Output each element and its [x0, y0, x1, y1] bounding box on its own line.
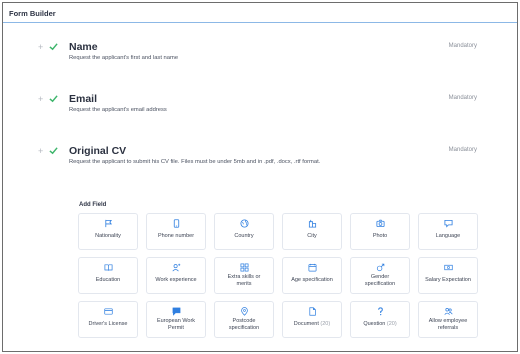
tile-extra-skills[interactable]: Extra skills or merits: [214, 257, 274, 294]
mandatory-label: Mandatory: [448, 43, 477, 49]
tile-label: Driver's License: [88, 321, 128, 327]
tile-label: Photo: [372, 233, 388, 239]
field-title: Email: [69, 93, 98, 105]
tile-label: Phone number: [157, 233, 195, 239]
page-title: Form Builder: [9, 9, 56, 18]
tile-drivers-license[interactable]: Driver's License: [78, 301, 138, 338]
field-description: Request the applicant's email address: [69, 107, 167, 113]
question-icon: [378, 307, 383, 316]
check-icon: [49, 147, 58, 155]
plus-icon[interactable]: +: [38, 43, 43, 52]
field-row-name[interactable]: + Name Request the applicant's first and…: [3, 41, 517, 71]
globe-icon: [240, 219, 249, 228]
calendar-icon: [308, 263, 317, 272]
tile-label: Nationality: [95, 233, 121, 239]
tile-european-work-permit[interactable]: European Work Permit: [146, 301, 206, 338]
tile-photo[interactable]: Photo: [350, 213, 410, 250]
tile-country[interactable]: Country: [214, 213, 274, 250]
field-description: Request the applicant to submit his CV f…: [69, 159, 321, 165]
mandatory-label: Mandatory: [448, 147, 477, 153]
people-icon: [444, 307, 453, 315]
tile-age-specification[interactable]: Age specification: [282, 257, 342, 294]
field-row-email[interactable]: + Email Request the applicant's email ad…: [3, 93, 517, 123]
tile-label: Age specification: [291, 277, 333, 283]
tile-label: Document (20): [283, 321, 341, 328]
tile-label: Country: [234, 233, 254, 239]
money-icon: [444, 264, 453, 271]
tile-label: Work experience: [155, 277, 197, 283]
tile-count: (20): [320, 321, 331, 327]
tile-document[interactable]: Document (20): [282, 301, 342, 338]
tile-label: Gender specification: [364, 274, 396, 287]
city-icon: [308, 219, 317, 228]
tile-label: European Work Permit: [156, 318, 196, 331]
tile-city[interactable]: City: [282, 213, 342, 250]
tile-work-experience[interactable]: Work experience: [146, 257, 206, 294]
tile-label: Language: [435, 233, 461, 239]
flag-icon: [105, 219, 113, 228]
gender-icon: [376, 263, 385, 272]
chat-icon: [444, 219, 453, 228]
message-flag-icon: [172, 307, 181, 316]
pin-icon: [241, 307, 248, 316]
document-icon: [309, 307, 316, 316]
form-builder-window: Form Builder + Name Request the applican…: [2, 2, 518, 352]
mandatory-label: Mandatory: [448, 95, 477, 101]
tile-label: Salary Expectation: [425, 277, 471, 283]
tile-label-text: Document: [293, 321, 319, 327]
check-icon: [49, 95, 58, 103]
add-field-label: Add Field: [79, 202, 107, 208]
book-icon: [104, 264, 113, 271]
field-row-original-cv[interactable]: + Original CV Request the applicant to s…: [3, 145, 517, 175]
tile-education[interactable]: Education: [78, 257, 138, 294]
tile-question[interactable]: Question (20): [350, 301, 410, 338]
tile-allow-employee-referrals[interactable]: Allow employee referrals: [418, 301, 478, 338]
tile-count: (20): [386, 321, 397, 327]
plus-icon[interactable]: +: [38, 147, 43, 156]
tile-postcode-specification[interactable]: Postcode specification: [214, 301, 274, 338]
grid-icon: [240, 263, 249, 272]
user-plus-icon: [172, 263, 181, 272]
field-title: Original CV: [69, 145, 127, 157]
tile-nationality[interactable]: Nationality: [78, 213, 138, 250]
tile-phone-number[interactable]: Phone number: [146, 213, 206, 250]
camera-icon: [376, 219, 385, 228]
header-bar: Form Builder: [3, 3, 517, 23]
phone-icon: [173, 219, 180, 228]
tile-label: Allow employee referrals: [428, 318, 468, 331]
card-icon: [104, 308, 113, 315]
tile-label: City: [307, 233, 317, 239]
field-description: Request the applicant's first and last n…: [69, 55, 179, 61]
check-icon: [49, 43, 58, 51]
tile-label: Extra skills or merits: [227, 274, 261, 287]
tile-label-text: Question: [363, 321, 386, 327]
tile-label: Postcode specification: [228, 318, 260, 331]
tile-language[interactable]: Language: [418, 213, 478, 250]
tile-label: Education: [95, 277, 121, 283]
plus-icon[interactable]: +: [38, 95, 43, 104]
field-title: Name: [69, 41, 98, 53]
tile-label: Question (20): [351, 321, 409, 328]
tile-gender-specification[interactable]: Gender specification: [350, 257, 410, 294]
tile-salary-expectation[interactable]: Salary Expectation: [418, 257, 478, 294]
